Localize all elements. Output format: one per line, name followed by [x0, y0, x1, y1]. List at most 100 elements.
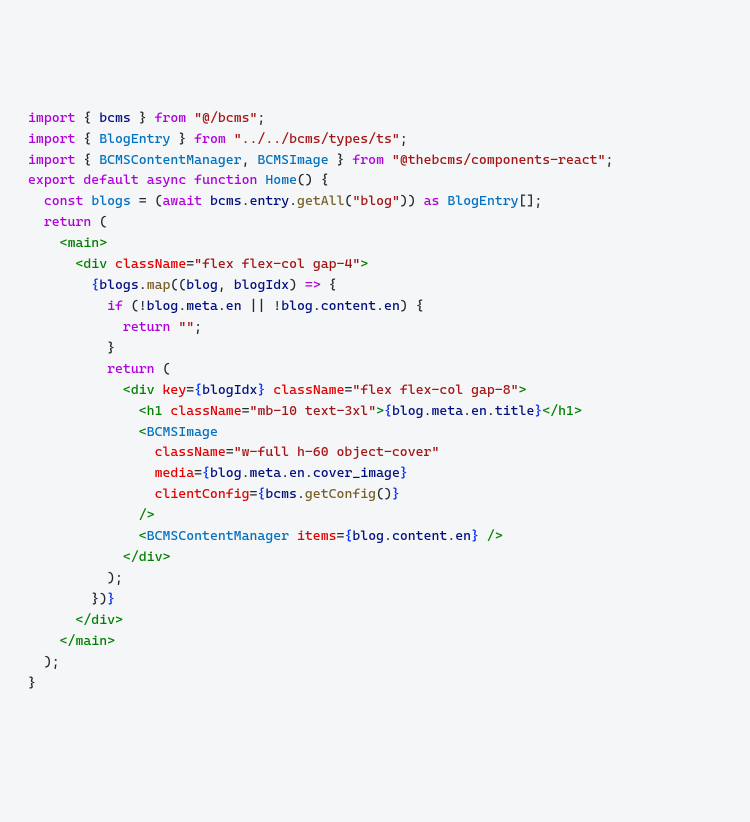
punct: (( — [170, 277, 186, 293]
punct: } — [329, 152, 353, 168]
punct: () { — [297, 172, 329, 188]
space — [139, 172, 147, 188]
string: "@thebcms/components-react" — [392, 152, 606, 168]
punct: (! — [123, 298, 147, 314]
punct: . — [463, 403, 471, 419]
indent — [28, 528, 139, 544]
jsx-close: > — [107, 633, 115, 649]
attr-media: media — [155, 465, 195, 481]
code-line: ); — [28, 570, 123, 586]
attr-items: items — [297, 528, 337, 544]
keyword-default: default — [83, 172, 138, 188]
jsx-close: > — [360, 256, 368, 272]
string: "mb-10 text-3xl" — [250, 403, 377, 419]
indent — [28, 486, 155, 502]
punct: . — [242, 193, 250, 209]
string: "flex flex-col gap-8" — [352, 382, 518, 398]
indent — [28, 444, 155, 460]
keyword-import: import — [28, 131, 75, 147]
keyword-return: return — [107, 361, 154, 377]
space — [289, 528, 297, 544]
punct: . — [313, 298, 321, 314]
jsx-tag-main: main — [68, 235, 100, 251]
keyword-from: from — [352, 152, 384, 168]
jsx-open: < — [123, 382, 131, 398]
space — [202, 193, 210, 209]
indent — [28, 319, 123, 335]
keyword-export: export — [28, 172, 75, 188]
attr-classname: className — [273, 382, 344, 398]
jsx-tag-h1: h1 — [558, 403, 574, 419]
punct: . — [218, 298, 226, 314]
ident-bcms: bcms — [99, 110, 131, 126]
punct: { — [321, 277, 337, 293]
punct: = — [242, 403, 250, 419]
punct: } — [170, 131, 194, 147]
space — [479, 528, 487, 544]
indent — [28, 256, 75, 272]
brace: { — [194, 382, 202, 398]
string: "blog" — [352, 193, 399, 209]
punct: ; — [194, 319, 202, 335]
brace: } — [28, 675, 36, 691]
indent — [28, 361, 107, 377]
punct: = ( — [131, 193, 163, 209]
punct: } — [131, 110, 155, 126]
code-line: } — [28, 675, 36, 691]
indent — [28, 549, 123, 565]
brace: } — [107, 591, 115, 607]
code-line: /> — [28, 507, 155, 523]
brace: { — [384, 403, 392, 419]
brace: } — [28, 340, 115, 356]
keyword-from: from — [155, 110, 187, 126]
jsx-open: < — [139, 424, 147, 440]
code-line: <div className="flex flex-col gap-4"> — [28, 256, 368, 272]
space — [107, 256, 115, 272]
code-line: ); — [28, 654, 60, 670]
keyword-return: return — [44, 214, 91, 230]
punct: , — [242, 152, 258, 168]
punct: () — [376, 486, 392, 502]
jsx-tag-h1: h1 — [147, 403, 163, 419]
jsx-open: < — [139, 528, 147, 544]
string: "" — [178, 319, 194, 335]
punct: ; — [606, 152, 614, 168]
brace: { — [202, 465, 210, 481]
indent — [28, 277, 91, 293]
type-bcmsimage: BCMSImage — [257, 152, 328, 168]
punct: { — [75, 110, 99, 126]
jsx-open: < — [139, 403, 147, 419]
jsx-close: > — [519, 382, 527, 398]
ident-en: en — [471, 403, 487, 419]
punct: { — [75, 152, 99, 168]
ident-title: title — [495, 403, 535, 419]
param-blog: blog — [186, 277, 218, 293]
keyword-function: function — [194, 172, 257, 188]
code-line: </div> — [28, 549, 170, 565]
brace: } — [400, 465, 408, 481]
punct: . — [305, 465, 313, 481]
space — [384, 152, 392, 168]
attr-clientconfig: clientConfig — [155, 486, 250, 502]
punct: []; — [519, 193, 543, 209]
ident-blogidx: blogIdx — [202, 382, 257, 398]
indent — [28, 193, 44, 209]
space — [186, 172, 194, 188]
code-line: const blogs = (await bcms.entry.getAll("… — [28, 193, 542, 209]
punct: . — [281, 465, 289, 481]
param-blogidx: blogIdx — [234, 277, 289, 293]
code-line: export default async function Home() { — [28, 172, 329, 188]
punct: ); — [28, 654, 60, 670]
jsx-close: > — [162, 549, 170, 565]
punct: . — [242, 465, 250, 481]
indent — [28, 214, 44, 230]
indent — [28, 612, 75, 628]
ident-blog: blog — [352, 528, 384, 544]
type-blogentry: BlogEntry — [99, 131, 170, 147]
arrow: => — [305, 277, 321, 293]
ident-blog: blog — [392, 403, 424, 419]
jsx-close: > — [99, 235, 107, 251]
indent — [28, 507, 139, 523]
jsx-selfclose: /> — [487, 528, 503, 544]
punct: , — [218, 277, 234, 293]
